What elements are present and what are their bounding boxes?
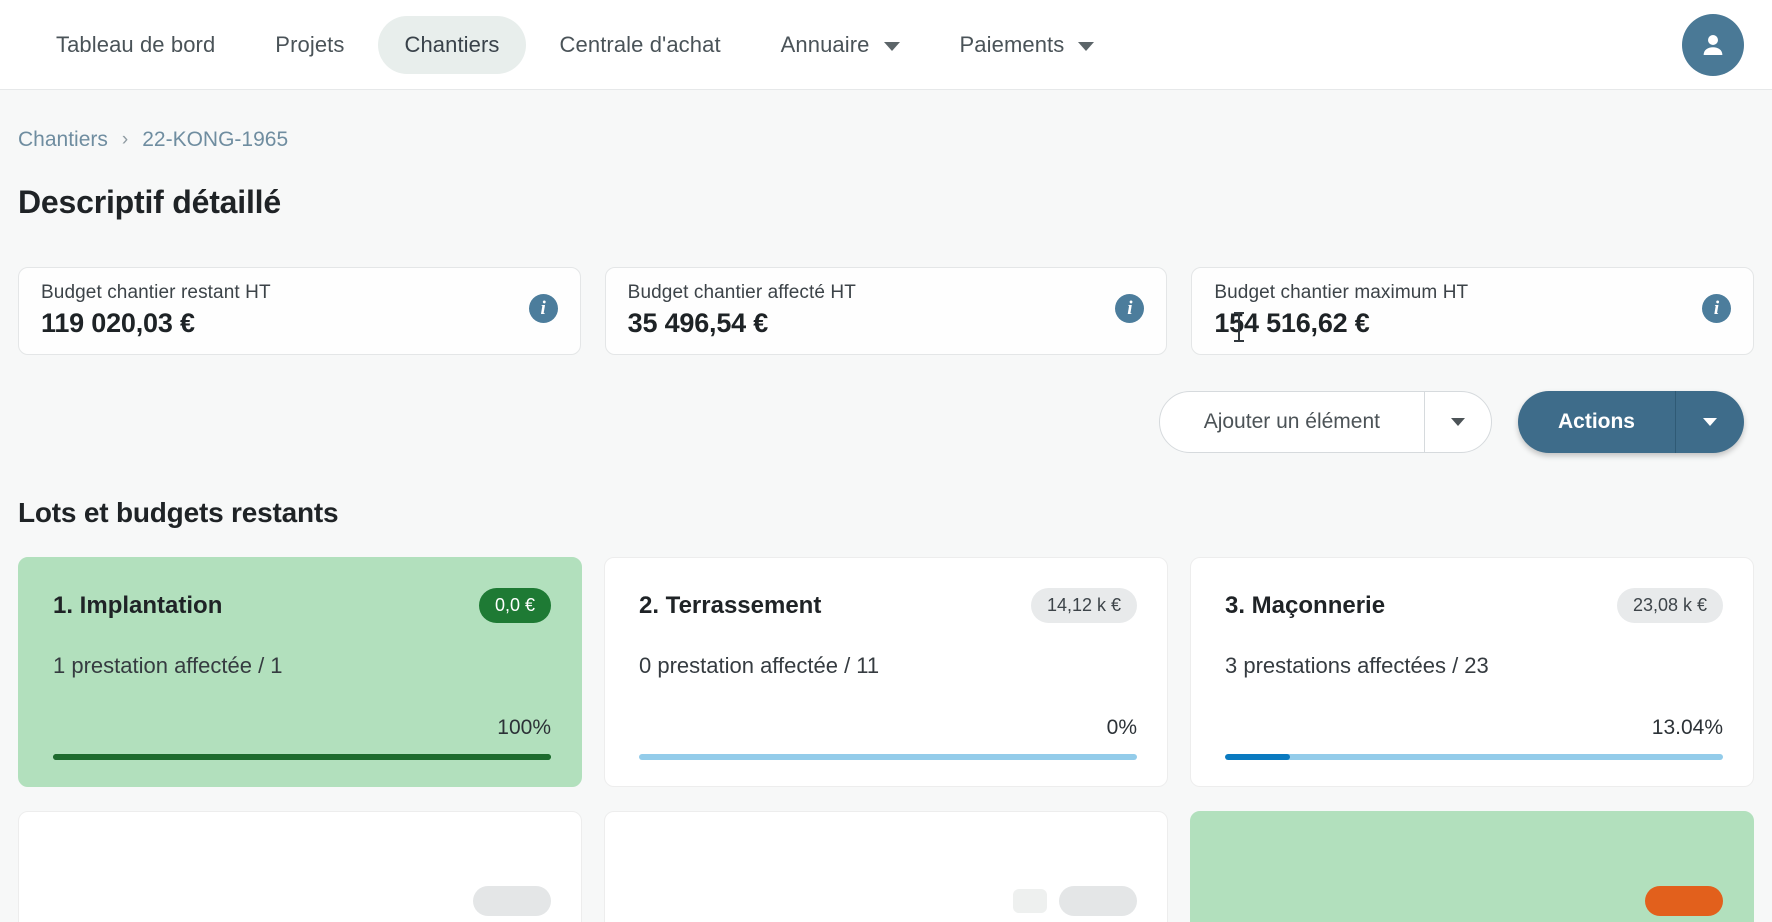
lot-card[interactable]: 2. Terrassement 14,12 k € 0 prestation a…	[604, 557, 1168, 787]
actions-split-button: Actions	[1517, 391, 1744, 453]
nav-item-tableau-de-bord[interactable]: Tableau de bord	[30, 16, 241, 74]
info-icon[interactable]: i	[528, 294, 558, 323]
lot-name: 2. Terrassement	[639, 591, 822, 619]
budget-card-restant: Budget chantier restant HT 119 020,03 € …	[18, 267, 581, 355]
lot-budget-badge	[473, 886, 551, 916]
lot-card[interactable]: 3. Maçonnerie 23,08 k € 3 prestations af…	[1190, 557, 1754, 787]
lot-name: 1. Implantation	[53, 591, 223, 619]
actions-button[interactable]: Actions	[1518, 391, 1675, 453]
actions-label: Actions	[1557, 410, 1635, 433]
lot-budget-badge: 14,12 k €	[1030, 588, 1137, 623]
nav-item-projets[interactable]: Projets	[249, 16, 370, 74]
budget-card-label: Budget chantier restant HT	[41, 282, 271, 303]
lot-progress-fill	[53, 754, 551, 760]
nav-item-label: Tableau de bord	[56, 31, 216, 57]
lot-status-chip	[1013, 889, 1047, 913]
breadcrumb-separator-icon: ›	[121, 129, 129, 150]
nav-item-paiements[interactable]: Paiements	[934, 16, 1121, 74]
lot-progress-bar	[1225, 754, 1723, 760]
lot-progress-wrapper: 0%	[639, 716, 1137, 760]
lot-card-header: 2. Terrassement 14,12 k €	[639, 588, 1137, 623]
section-title-lots: Lots et budgets restants	[18, 497, 339, 528]
lot-card-header: 3. Maçonnerie 23,08 k €	[1225, 588, 1723, 623]
add-element-split-button: Ajouter un élément	[1158, 391, 1492, 453]
actions-dropdown-button[interactable]	[1676, 391, 1744, 453]
lot-name: 3. Maçonnerie	[1225, 591, 1386, 619]
lot-budget-badge: 0,0 €	[478, 588, 551, 623]
budget-card-text: Budget chantier maximum HT 154 516,62 €	[1214, 282, 1468, 339]
chevron-down-icon	[1078, 41, 1095, 51]
budget-card-value: 119 020,03 €	[41, 308, 195, 338]
nav-item-chantiers[interactable]: Chantiers	[378, 15, 526, 74]
lot-progress-bar	[639, 754, 1137, 760]
add-element-label: Ajouter un élément	[1203, 410, 1380, 433]
nav-items: Tableau de bord Projets Chantiers Centra…	[30, 15, 1121, 74]
lot-progress-percent: 13.04%	[1651, 716, 1723, 739]
lot-card[interactable]: 1. Implantation 0,0 € 1 prestation affec…	[18, 557, 582, 787]
nav-item-label: Projets	[275, 31, 345, 57]
add-element-button[interactable]: Ajouter un élément	[1160, 392, 1424, 452]
lot-budget-badge	[1059, 886, 1137, 916]
budget-card-maximum: Budget chantier maximum HT 154 516,62 € …	[1191, 267, 1755, 355]
lot-card[interactable]	[18, 811, 582, 922]
page-title: Descriptif détaillé	[18, 184, 281, 220]
budget-card-value: 35 496,54 €	[627, 308, 769, 338]
chevron-down-icon	[883, 41, 900, 51]
lot-progress-wrapper: 13.04%	[1225, 716, 1723, 760]
lot-card-header	[53, 886, 551, 916]
lots-grid: 1. Implantation 0,0 € 1 prestation affec…	[18, 557, 1754, 922]
chevron-down-icon	[1450, 418, 1465, 426]
chevron-down-icon	[1703, 418, 1717, 426]
budget-card-text: Budget chantier affecté HT 35 496,54 €	[628, 282, 856, 339]
budget-card-value: 154 516,62 €	[1214, 308, 1370, 338]
page-body: Chantiers › 22-KONG-1965 Descriptif déta…	[0, 128, 1772, 922]
budget-summary-row: Budget chantier restant HT 119 020,03 € …	[18, 267, 1755, 355]
budget-card-label: Budget chantier maximum HT	[1214, 282, 1469, 303]
nav-item-label: Annuaire	[780, 31, 870, 57]
lot-progress-fill	[1225, 754, 1290, 760]
nav-item-label: Paiements	[959, 31, 1065, 57]
breadcrumb: Chantiers › 22-KONG-1965	[18, 128, 1754, 152]
lot-progress-wrapper: 100%	[53, 716, 551, 760]
lot-progress-bar	[53, 754, 551, 760]
nav-item-label: Centrale d'achat	[559, 31, 721, 57]
lot-prestations-count: 1 prestation affectée / 1	[53, 653, 283, 678]
top-navigation-bar: Tableau de bord Projets Chantiers Centra…	[0, 0, 1772, 90]
lot-budget-badge	[1645, 886, 1723, 916]
add-element-dropdown-button[interactable]	[1425, 392, 1491, 452]
info-icon[interactable]: i	[1702, 294, 1732, 323]
toolbar-actions-row: Ajouter un élément Actions	[18, 391, 1754, 453]
breadcrumb-current-chantier[interactable]: 22-KONG-1965	[142, 128, 288, 152]
lot-card[interactable]	[604, 811, 1168, 922]
person-icon	[1703, 34, 1723, 55]
lot-progress-percent: 100%	[497, 716, 551, 739]
lot-card-header	[1225, 886, 1723, 916]
lot-progress-percent: 0%	[1106, 716, 1137, 739]
lot-prestations-count: 3 prestations affectées / 23	[1225, 653, 1489, 678]
user-avatar-button[interactable]	[1682, 13, 1744, 76]
lot-prestations-count: 0 prestation affectée / 11	[639, 653, 880, 678]
breadcrumb-link-chantiers[interactable]: Chantiers	[18, 128, 108, 152]
lot-budget-badge: 23,08 k €	[1616, 588, 1723, 623]
lot-card-header: 1. Implantation 0,0 €	[53, 588, 551, 623]
budget-card-affecte: Budget chantier affecté HT 35 496,54 € i	[604, 267, 1168, 355]
budget-card-text: Budget chantier restant HT 119 020,03 €	[41, 282, 271, 339]
budget-card-label: Budget chantier affecté HT	[627, 282, 856, 303]
lot-card-header	[639, 886, 1137, 916]
lot-card[interactable]	[1190, 811, 1754, 922]
nav-item-label: Chantiers	[404, 31, 500, 57]
nav-item-annuaire[interactable]: Annuaire	[755, 16, 926, 74]
info-icon[interactable]: i	[1115, 294, 1145, 323]
nav-item-centrale-dachat[interactable]: Centrale d'achat	[534, 16, 747, 74]
